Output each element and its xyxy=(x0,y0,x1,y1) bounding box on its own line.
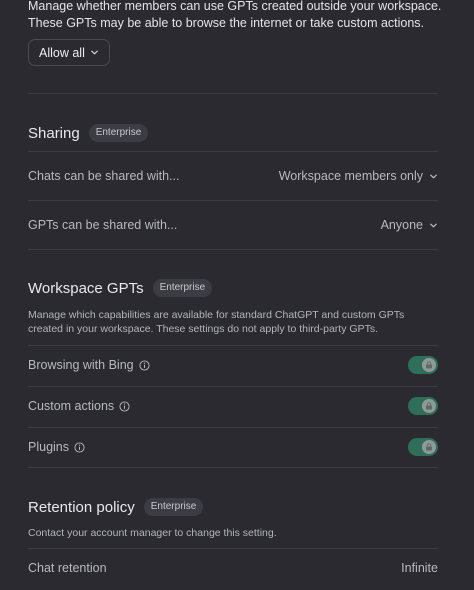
sharing-title: Sharing xyxy=(28,124,80,142)
gpt-sharing-value: Anyone xyxy=(380,218,423,232)
plugins-label: Plugins xyxy=(28,440,69,454)
toggle-knob xyxy=(422,440,436,454)
divider xyxy=(28,467,438,468)
chat-retention-label: Chat retention xyxy=(28,561,107,575)
enterprise-badge: Enterprise xyxy=(143,498,204,516)
lock-icon xyxy=(426,361,432,369)
workspace-gpts-description: Manage which capabilities are available … xyxy=(28,309,405,335)
browsing-label: Browsing with Bing xyxy=(28,358,134,372)
settings-panel: Manage whether members can use GPTs crea… xyxy=(0,0,474,590)
custom-actions-label: Custom actions xyxy=(28,399,115,413)
divider xyxy=(28,386,438,387)
browsing-toggle-row: Browsing with Bing xyxy=(28,355,438,375)
gpt-sharing-row: GPTs can be shared with... Anyone xyxy=(28,215,438,235)
chevron-down-icon xyxy=(91,50,98,55)
browsing-toggle[interactable] xyxy=(408,356,438,374)
info-icon[interactable] xyxy=(119,400,130,412)
divider xyxy=(28,249,438,250)
chevron-down-icon xyxy=(430,174,437,178)
enterprise-badge: Enterprise xyxy=(88,124,149,142)
chat-sharing-label: Chats can be shared with... xyxy=(28,169,180,183)
divider xyxy=(28,345,438,346)
sharing-section-title: Sharing Enterprise xyxy=(28,124,149,142)
plugins-toggle-row: Plugins xyxy=(28,437,438,457)
divider xyxy=(28,93,438,94)
lock-icon xyxy=(426,443,432,451)
enterprise-badge: Enterprise xyxy=(152,279,213,297)
lock-icon xyxy=(426,402,432,410)
chat-sharing-value: Workspace members only xyxy=(278,169,423,183)
chat-sharing-row: Chats can be shared with... Workspace me… xyxy=(28,166,438,186)
gpt-sharing-label: GPTs can be shared with... xyxy=(28,218,178,232)
chat-retention-value: Infinite xyxy=(401,561,438,575)
toggle-knob xyxy=(422,399,436,413)
plugins-toggle[interactable] xyxy=(408,438,438,456)
divider xyxy=(28,427,438,428)
retention-section-title: Retention policy Enterprise xyxy=(28,498,204,516)
custom-actions-toggle[interactable] xyxy=(408,397,438,415)
gpt-sharing-dropdown[interactable]: Anyone xyxy=(381,218,438,232)
allow-all-dropdown[interactable]: Allow all xyxy=(28,39,110,66)
chat-retention-row: Chat retention Infinite xyxy=(28,558,438,578)
divider xyxy=(28,548,438,549)
chat-sharing-dropdown[interactable]: Workspace members only xyxy=(279,169,438,183)
divider xyxy=(28,200,438,201)
retention-description: Contact your account manager to change t… xyxy=(28,527,277,539)
info-icon[interactable] xyxy=(74,441,85,453)
retention-title: Retention policy xyxy=(28,498,135,516)
info-icon[interactable] xyxy=(139,359,150,371)
workspace-gpts-title: Workspace GPTs xyxy=(28,279,144,297)
divider xyxy=(28,151,438,152)
gpt-access-description: Manage whether members can use GPTs crea… xyxy=(28,0,442,30)
chevron-down-icon xyxy=(430,223,437,227)
workspace-gpts-section-title: Workspace GPTs Enterprise xyxy=(28,279,213,297)
allow-all-label: Allow all xyxy=(39,45,85,60)
custom-actions-toggle-row: Custom actions xyxy=(28,396,438,416)
toggle-knob xyxy=(422,358,436,372)
